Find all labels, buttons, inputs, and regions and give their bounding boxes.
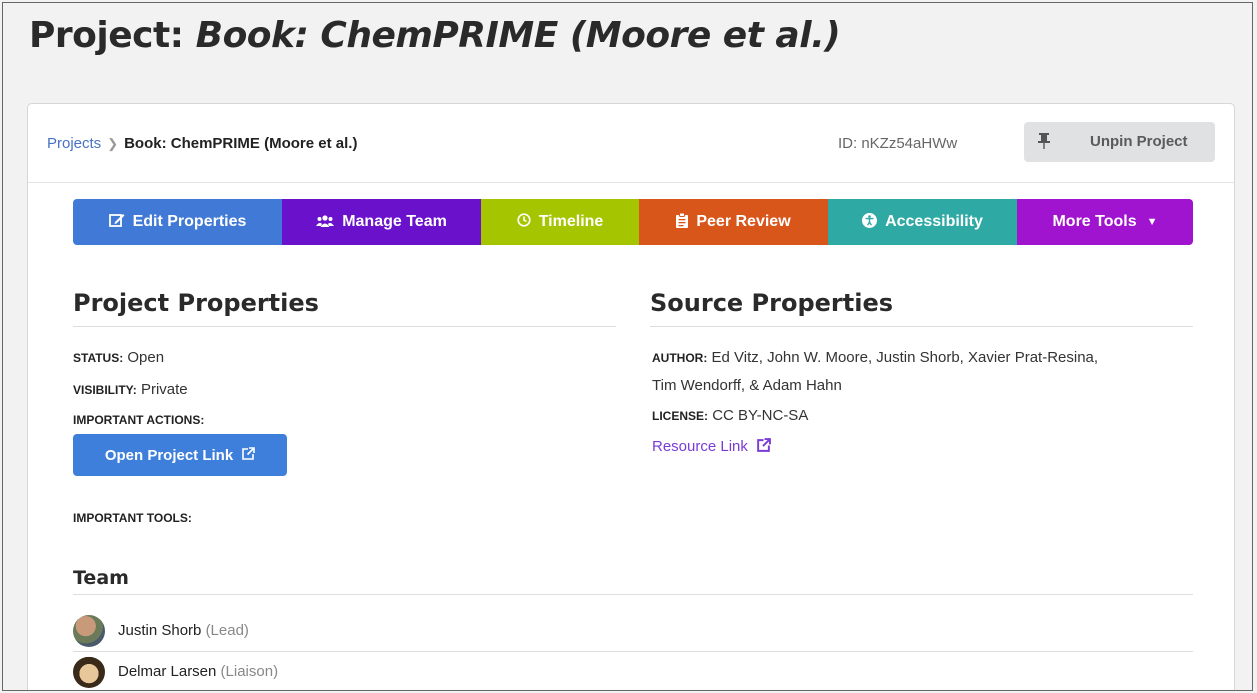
team-heading: Team	[73, 567, 129, 589]
edit-properties-button[interactable]: Edit Properties	[73, 199, 282, 245]
edit-icon	[108, 212, 125, 232]
manage-team-button[interactable]: Manage Team	[282, 199, 481, 245]
users-icon	[316, 214, 335, 231]
team-member-name: Delmar Larsen (Liaison)	[118, 663, 279, 680]
unpin-project-button[interactable]: Unpin Project	[1024, 122, 1215, 162]
breadcrumb-current: Book: ChemPRIME (Moore et al.)	[124, 135, 358, 152]
clock-icon	[517, 213, 531, 231]
important-actions-label: IMPORTANT ACTIONS:	[73, 413, 205, 427]
caret-down-icon: ▼	[1146, 216, 1158, 228]
visibility-property: VISIBILITY: Private	[73, 381, 188, 398]
page-title-project-name: Book: ChemPRIME (Moore et al.)	[195, 15, 841, 56]
external-link-icon	[752, 438, 771, 455]
author-property-continued: Tim Wendorff, & Adam Hahn	[652, 377, 842, 394]
team-member-name: Justin Shorb (Lead)	[118, 622, 249, 639]
chevron-right-icon: ❯	[107, 136, 119, 151]
external-link-icon	[241, 446, 255, 464]
avatar	[73, 656, 105, 688]
team-member-row: Justin Shorb (Lead)	[73, 611, 1193, 651]
accessibility-button[interactable]: Accessibility	[828, 199, 1017, 245]
project-properties-heading: Project Properties	[73, 289, 319, 317]
resource-link[interactable]: Resource Link	[652, 438, 771, 455]
unpin-project-label: Unpin Project	[1090, 133, 1188, 150]
important-tools-label: IMPORTANT TOOLS:	[73, 511, 192, 525]
project-properties-divider	[73, 326, 616, 327]
project-id: ID: nKZz54aHWw	[838, 135, 958, 152]
license-property: LICENSE: CC BY-NC-SA	[652, 407, 809, 424]
breadcrumb: Projects ❯ Book: ChemPRIME (Moore et al.)	[47, 135, 357, 152]
page-title: Project: Book: ChemPRIME (Moore et al.)	[29, 15, 841, 56]
timeline-button[interactable]: Timeline	[481, 199, 639, 245]
card-header: Projects ❯ Book: ChemPRIME (Moore et al.) …	[28, 104, 1234, 183]
source-properties-heading: Source Properties	[650, 289, 894, 317]
peer-review-button[interactable]: Peer Review	[639, 199, 828, 245]
app-frame: Project: Book: ChemPRIME (Moore et al.) …	[2, 2, 1253, 691]
breadcrumb-projects-link[interactable]: Projects	[47, 135, 101, 152]
team-member-row: Delmar Larsen (Liaison)	[73, 652, 1193, 690]
author-property: AUTHOR: Ed Vitz, John W. Moore, Justin S…	[652, 349, 1099, 366]
pin-icon	[1038, 133, 1050, 152]
accessibility-icon	[862, 212, 878, 232]
open-project-link-button[interactable]: Open Project Link	[73, 434, 287, 476]
status-property: STATUS: Open	[73, 349, 165, 366]
project-card: Projects ❯ Book: ChemPRIME (Moore et al.) …	[27, 103, 1235, 690]
project-toolbar: Edit Properties Manage Team Timeline Pee…	[73, 199, 1193, 245]
team-divider	[73, 594, 1193, 595]
avatar	[73, 615, 105, 647]
clipboard-icon	[676, 212, 689, 232]
more-tools-dropdown[interactable]: More Tools ▼	[1017, 199, 1193, 245]
source-properties-divider	[650, 326, 1193, 327]
